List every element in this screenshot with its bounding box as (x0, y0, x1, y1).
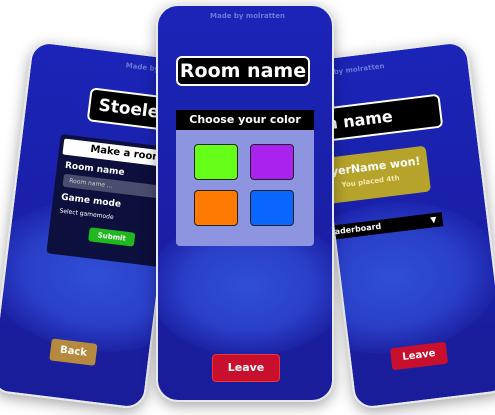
color-picker: Choose your color (176, 110, 314, 246)
color-swatch-purple[interactable] (250, 144, 294, 180)
color-swatch-orange[interactable] (194, 190, 238, 226)
leave-button[interactable]: Leave (212, 354, 280, 382)
results-screen: Made by molratten om name ayerName won! … (312, 39, 495, 411)
dropdown-arrow-icon: ▼ (429, 214, 438, 225)
color-swatch-green[interactable] (194, 144, 238, 180)
color-swatch-blue[interactable] (250, 190, 294, 226)
color-picker-header: Choose your color (176, 110, 314, 130)
submit-button[interactable]: Submit (88, 227, 136, 247)
made-by-label: Made by molratten (210, 12, 285, 20)
room-name-title: Room name (176, 56, 310, 86)
game-mode-value: Select gamemode (59, 207, 114, 222)
lobby-screen: Made by molratten Room name Choose your … (156, 4, 334, 402)
back-button[interactable]: Back (49, 338, 98, 366)
